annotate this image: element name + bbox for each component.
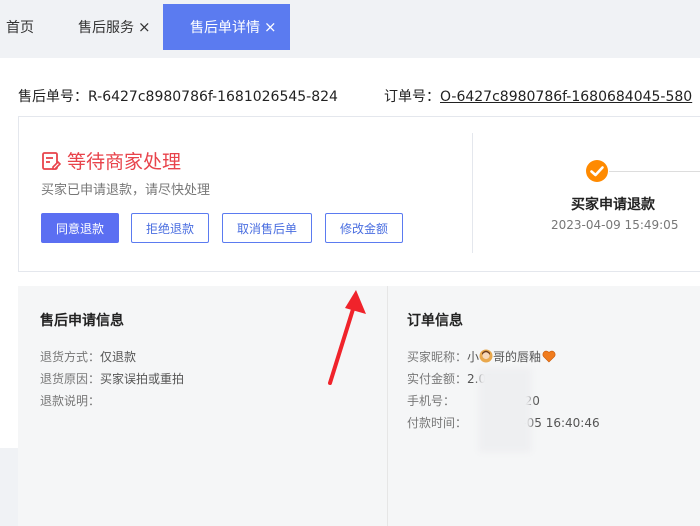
info-label: 实付金额： xyxy=(407,372,468,386)
tab-bar: 首页 售后服务 × 售后单详情 × xyxy=(0,0,700,50)
cancel-aftersale-button[interactable]: 取消售后单 xyxy=(222,213,312,243)
info-label: 退货方式： xyxy=(40,350,101,364)
info-value-pre: 小 xyxy=(467,350,480,364)
info-row-return-method: 退货方式：仅退款 xyxy=(40,348,136,365)
status-title-text: 等待商家处理 xyxy=(67,151,182,173)
tab-home[interactable]: 首页 xyxy=(0,4,58,50)
annotation-arrow-icon xyxy=(328,290,366,385)
info-label: 手机号： xyxy=(407,394,456,408)
progress-line xyxy=(609,171,700,172)
close-icon[interactable]: × xyxy=(138,19,151,35)
tab-home-label: 首页 xyxy=(6,20,34,36)
info-row-refund-note: 退款说明： xyxy=(40,392,100,409)
tab-aftersale-detail[interactable]: 售后单详情 × xyxy=(163,4,290,50)
info-value: 买家误拍或重拍 xyxy=(100,372,185,386)
agree-refund-button[interactable]: 同意退款 xyxy=(41,213,119,243)
close-icon[interactable]: × xyxy=(264,19,277,35)
privacy-blur xyxy=(479,368,531,452)
status-title: 等待商家处理 xyxy=(41,147,181,174)
info-row-return-reason: 退货原因：买家误拍或重拍 xyxy=(40,370,184,387)
tab-aftersale-service-label: 售后服务 xyxy=(78,20,134,36)
tab-aftersale-detail-label: 售后单详情 xyxy=(190,20,260,36)
info-divider xyxy=(387,286,388,526)
info-label: 退货原因： xyxy=(40,372,101,386)
document-edit-icon xyxy=(42,151,61,170)
status-divider xyxy=(472,133,473,253)
modify-amount-button[interactable]: 修改金额 xyxy=(325,213,403,243)
main-content: 售后单号：R-6427c8980786f-1681026545-824 订单号：… xyxy=(0,58,700,526)
step-time: 2023-04-09 15:49:05 xyxy=(551,218,679,232)
check-circle-icon xyxy=(586,160,608,182)
order-number: 订单号：O-6427c8980786f-1680684045-580 xyxy=(384,86,692,106)
aftersale-number: 售后单号：R-6427c8980786f-1681026545-824 xyxy=(18,89,338,105)
info-label: 买家昵称： xyxy=(407,350,468,364)
order-number-label: 订单号： xyxy=(384,89,440,105)
tab-aftersale-service[interactable]: 售后服务 × xyxy=(60,4,162,50)
heart-icon xyxy=(542,350,556,363)
status-panel: 等待商家处理 买家已申请退款，请尽快处理 同意退款 拒绝退款 取消售后单 修改金… xyxy=(18,116,700,272)
avatar-emoji-icon xyxy=(479,349,493,363)
info-row-buyer-nickname: 买家昵称：小 哥的唇釉 xyxy=(407,348,556,365)
reject-refund-button[interactable]: 拒绝退款 xyxy=(131,213,209,243)
info-value: 仅退款 xyxy=(100,350,137,364)
info-value-post: 哥的唇釉 xyxy=(493,350,542,364)
order-info-title: 订单信息 xyxy=(407,313,463,329)
info-label: 付款时间： xyxy=(407,416,468,430)
aftersale-info-title: 售后申请信息 xyxy=(40,313,124,329)
order-number-link[interactable]: O-6427c8980786f-1680684045-580 xyxy=(440,89,692,105)
status-subtitle: 买家已申请退款，请尽快处理 xyxy=(41,183,211,198)
info-label: 退款说明： xyxy=(40,394,101,408)
step-label: 买家申请退款 xyxy=(571,197,655,213)
